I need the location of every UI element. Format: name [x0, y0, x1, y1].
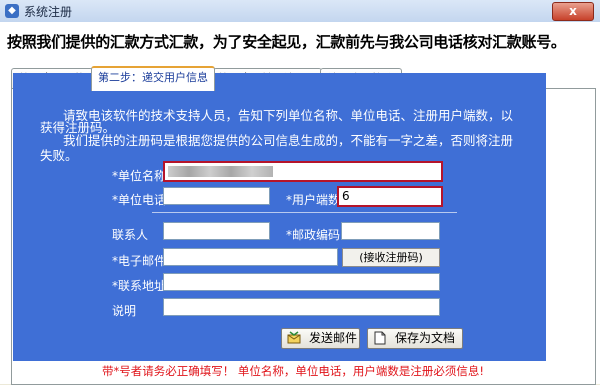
- save-document-label: 保存为文档: [395, 331, 456, 345]
- email-input[interactable]: [163, 248, 338, 266]
- contact-label: 联系人: [112, 228, 149, 242]
- required-fields-notice: 带*号者请务必正确填写！ 单位名称，单位电话，用户端数是注册必须信息!: [100, 363, 487, 380]
- user-count-input[interactable]: 6: [337, 186, 443, 207]
- email-label: *电子邮件: [112, 254, 167, 268]
- receive-code-label: (接收注册码): [342, 248, 440, 267]
- company-phone-label: *单位电话: [112, 193, 167, 207]
- intro-line-3: 我们提供的注册码是根据您提供的公司信息生成的，不能有一字之差，否则将注册: [63, 133, 514, 148]
- send-email-button[interactable]: 发送邮件: [281, 328, 360, 349]
- intro-line-1: 请致电该软件的技术支持人员，告知下列单位名称、单位电话、注册用户端数，以: [63, 108, 514, 123]
- note-label: 说明: [112, 304, 137, 318]
- postcode-input[interactable]: [341, 222, 440, 240]
- headline: 按照我们提供的汇款方式汇款，为了安全起见，汇款前先与我公司电话核对汇款账号。: [7, 33, 566, 51]
- tab-step2-submit-info[interactable]: 第二步：递交用户信息: [91, 66, 215, 91]
- company-phone-input[interactable]: [163, 187, 270, 205]
- company-name-label: *单位名称: [112, 169, 167, 183]
- close-button[interactable]: x: [552, 2, 594, 21]
- address-label: *联系地址: [112, 279, 167, 293]
- send-email-icon: [287, 331, 301, 345]
- user-count-label: *用户端数: [286, 193, 341, 207]
- document-icon: [373, 331, 387, 345]
- title-bar: ◆ 系统注册 x: [0, 0, 600, 23]
- note-input[interactable]: [163, 298, 440, 316]
- company-name-input[interactable]: [163, 161, 443, 182]
- form-divider: [152, 212, 457, 213]
- postcode-label: *邮政编码: [286, 228, 341, 242]
- window-title: 系统注册: [24, 5, 73, 19]
- app-icon: ◆: [5, 4, 19, 18]
- intro-line-4: 失败。: [40, 148, 78, 163]
- address-input[interactable]: [163, 273, 440, 291]
- save-document-button[interactable]: 保存为文档: [367, 328, 463, 349]
- send-email-label: 发送邮件: [309, 331, 358, 345]
- contact-input[interactable]: [163, 222, 270, 240]
- redacted-text: [168, 166, 273, 177]
